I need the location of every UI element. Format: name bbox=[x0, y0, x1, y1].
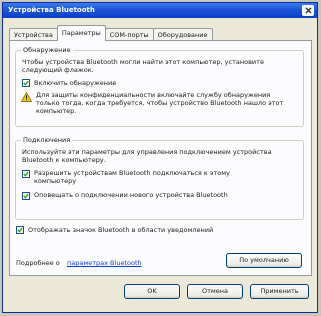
connections-description: Используйте эти параметры для управления… bbox=[22, 148, 272, 164]
apply-button[interactable]: Применить bbox=[250, 284, 309, 299]
allow-connections-checkbox[interactable] bbox=[22, 170, 30, 178]
title-bar[interactable]: Устройства Bluetooth bbox=[3, 3, 317, 18]
bluetooth-settings-link[interactable]: параметрах Bluetooth bbox=[67, 259, 142, 267]
checkmark-icon bbox=[23, 171, 29, 177]
notify-new-device-checkbox[interactable] bbox=[22, 192, 30, 200]
options-panel: Обнаружение Чтобы устройства Bluetooth м… bbox=[9, 40, 312, 276]
warning-icon bbox=[21, 92, 32, 102]
restore-defaults-button[interactable]: По умолчанию bbox=[226, 253, 302, 268]
checkmark-icon bbox=[17, 227, 23, 233]
notify-new-device-label: Оповещать о подключении нового устройств… bbox=[34, 191, 228, 199]
enable-discovery-checkbox[interactable] bbox=[22, 79, 30, 87]
show-tray-icon-checkbox[interactable] bbox=[16, 226, 24, 234]
discovery-legend: Обнаружение bbox=[21, 46, 73, 54]
close-icon bbox=[305, 7, 311, 14]
allow-connections-label: Разрешить устройствам Bluetooth подключа… bbox=[34, 169, 230, 185]
cancel-button[interactable]: Отмена bbox=[187, 284, 243, 299]
checkmark-icon bbox=[23, 80, 29, 86]
more-info-prefix: Подробнее о bbox=[16, 259, 60, 267]
tab-options[interactable]: Параметры bbox=[56, 25, 106, 41]
bluetooth-devices-dialog: Устройства Bluetooth Устройства Параметр… bbox=[2, 2, 318, 313]
connections-group: Подключения Используйте эти параметры дл… bbox=[15, 136, 304, 220]
tab-strip: Устройства Параметры COM-порты Оборудова… bbox=[9, 25, 213, 41]
window-title: Устройства Bluetooth bbox=[8, 6, 95, 14]
ok-button[interactable]: OK bbox=[124, 284, 180, 299]
discovery-description: Чтобы устройства Bluetooth могли найти э… bbox=[22, 58, 264, 74]
show-tray-icon-label: Отображать значок Bluetooth в области ув… bbox=[28, 226, 214, 234]
discovery-group: Обнаружение Чтобы устройства Bluetooth м… bbox=[15, 46, 304, 127]
checkmark-icon bbox=[23, 193, 29, 199]
discovery-warning: Для защиты конфиденциальности включайте … bbox=[36, 91, 284, 115]
connections-legend: Подключения bbox=[21, 136, 73, 144]
enable-discovery-label: Включить обнаружение bbox=[34, 79, 117, 87]
close-button[interactable] bbox=[302, 5, 314, 16]
